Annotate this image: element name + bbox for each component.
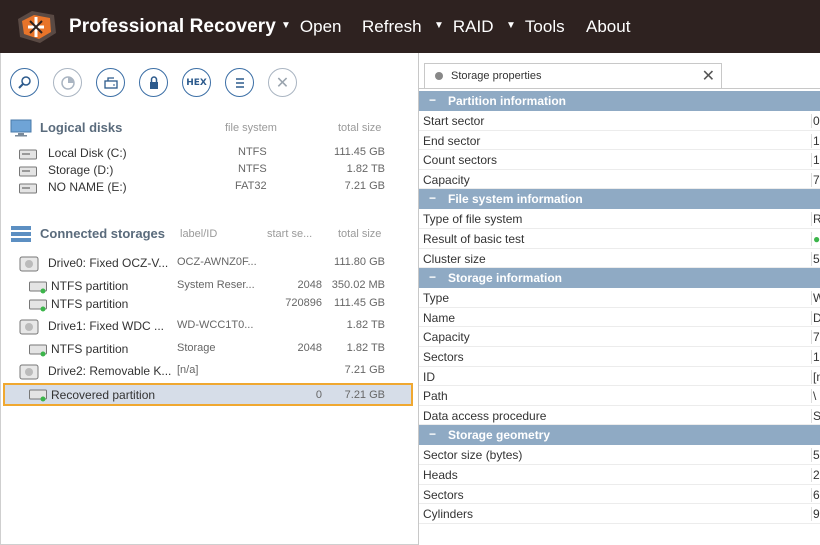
properties-pane: Storage properties ✕ − Partition informat… (419, 53, 820, 545)
collapse-icon: − (429, 191, 437, 206)
storage-stack-icon (11, 226, 31, 242)
column-total-size: total size (338, 122, 382, 134)
monitor-icon (10, 119, 32, 137)
property-row[interactable]: TypeW (419, 288, 820, 308)
property-row[interactable]: Type of file systemR (419, 209, 820, 229)
storage-row-partition[interactable]: NTFS partition System Reser... 2048 350.… (1, 279, 419, 296)
property-row[interactable]: Cylinders 9 (419, 504, 820, 524)
scan-button[interactable] (10, 68, 39, 97)
collapse-icon: − (429, 93, 437, 107)
property-row[interactable]: Start sector 0 (419, 111, 820, 131)
collapse-icon: − (429, 270, 437, 285)
close-icon: ✕ (275, 74, 290, 92)
column-start-sector: start se... (267, 228, 313, 240)
property-row[interactable]: Result of basic test ● (419, 229, 820, 249)
hard-drive-icon (19, 319, 39, 335)
magnifier-icon (17, 75, 31, 89)
group-storage-geometry[interactable]: − Storage geometry (419, 425, 820, 446)
property-row[interactable]: Count sectors 1 (419, 150, 820, 170)
property-row[interactable]: Path \ (419, 386, 820, 406)
tab-status-dot-icon (435, 72, 443, 80)
property-row[interactable]: Capacity 7 (419, 170, 820, 190)
group-partition-information[interactable]: − Partition information (419, 91, 820, 111)
disk-icon (19, 149, 37, 160)
dropdown-arrow-icon: ▼ (281, 19, 291, 31)
partition-icon (29, 389, 47, 402)
property-row[interactable]: Heads 2 (419, 465, 820, 485)
property-row[interactable]: Sectors 6 (419, 485, 820, 505)
hard-drive-icon (19, 256, 39, 272)
storage-row-recovered-partition[interactable]: Recovered partition 0 7.21 GB (3, 383, 413, 406)
column-label-id: label/ID (180, 228, 218, 240)
hex-editor-button[interactable]: HEX (182, 68, 211, 97)
properties-grid: − Partition information Start sector 0 End… (419, 91, 820, 524)
property-row[interactable]: Cluster size 5 (419, 249, 820, 269)
pie-chart-icon (60, 75, 75, 90)
property-row[interactable]: Sector size (bytes) 5 (419, 445, 820, 465)
property-row[interactable]: ID[n (419, 367, 820, 387)
app-logo-icon (18, 11, 56, 43)
logical-disk-row[interactable]: Storage (D:) NTFS 1.82 TB (1, 163, 419, 180)
partition-icon (29, 281, 47, 294)
lock-button[interactable] (139, 68, 168, 97)
menu-refresh[interactable]: Refresh (362, 17, 422, 37)
group-file-system-information[interactable]: − File system information (419, 189, 820, 210)
storage-row-drive[interactable]: Drive2: Removable K... [n/a] 7.21 GB (1, 364, 419, 381)
storage-row-partition[interactable]: NTFS partition Storage 2048 1.82 TB (1, 342, 419, 359)
list-icon (235, 77, 244, 88)
app-title: Professional Recovery (69, 16, 276, 37)
column-total-size: total size (338, 228, 382, 240)
partition-icon (29, 344, 47, 357)
column-file-system: file system (225, 122, 277, 134)
explore-button[interactable] (53, 68, 82, 97)
dropdown-arrow-icon: ▼ (434, 19, 444, 31)
title-bar: Professional Recovery ▼ Open Refresh ▼ R… (0, 0, 820, 53)
storage-row-partition[interactable]: NTFS partition 720896 111.45 GB (1, 297, 419, 314)
close-storage-button[interactable]: ✕ (268, 68, 297, 97)
menu-raid[interactable]: ▼ RAID (434, 17, 494, 37)
disk-image-icon (103, 76, 118, 89)
partition-icon (29, 299, 47, 312)
menu-open[interactable]: ▼ Open (281, 17, 342, 37)
storage-tree-pane: HEX ✕ Logical disks file system total si… (0, 53, 418, 545)
menu-about[interactable]: About (586, 17, 630, 37)
property-row[interactable]: End sector 1 (419, 131, 820, 151)
image-button[interactable] (96, 68, 125, 97)
property-row[interactable]: Data access procedureS (419, 406, 820, 426)
property-row[interactable]: Capacity 7 (419, 327, 820, 347)
storage-row-drive[interactable]: Drive1: Fixed WDC ... WD-WCC1T0... 1.82 … (1, 319, 419, 336)
tab-storage-properties[interactable]: Storage properties ✕ (424, 63, 722, 88)
status-ok-icon: ● (811, 231, 820, 246)
dropdown-arrow-icon: ▼ (506, 19, 516, 31)
logical-disk-row[interactable]: Local Disk (C:) NTFS 111.45 GB (1, 146, 419, 163)
property-row[interactable]: Sectors 1 (419, 347, 820, 367)
menu-tools[interactable]: ▼ Tools (506, 17, 565, 37)
collapse-icon: − (429, 427, 437, 442)
hard-drive-icon (19, 364, 39, 380)
group-storage-information[interactable]: − Storage information (419, 268, 820, 289)
storage-row-drive[interactable]: Drive0: Fixed OCZ-V... OCZ-AWNZ0F... 111… (1, 256, 419, 273)
property-row[interactable]: NameD (419, 308, 820, 328)
list-button[interactable] (225, 68, 254, 97)
logical-disk-row[interactable]: NO NAME (E:) FAT32 7.21 GB (1, 180, 419, 197)
lock-icon (149, 75, 158, 89)
close-tab-icon[interactable]: ✕ (702, 66, 715, 86)
disk-icon (19, 183, 37, 194)
disk-icon (19, 166, 37, 177)
